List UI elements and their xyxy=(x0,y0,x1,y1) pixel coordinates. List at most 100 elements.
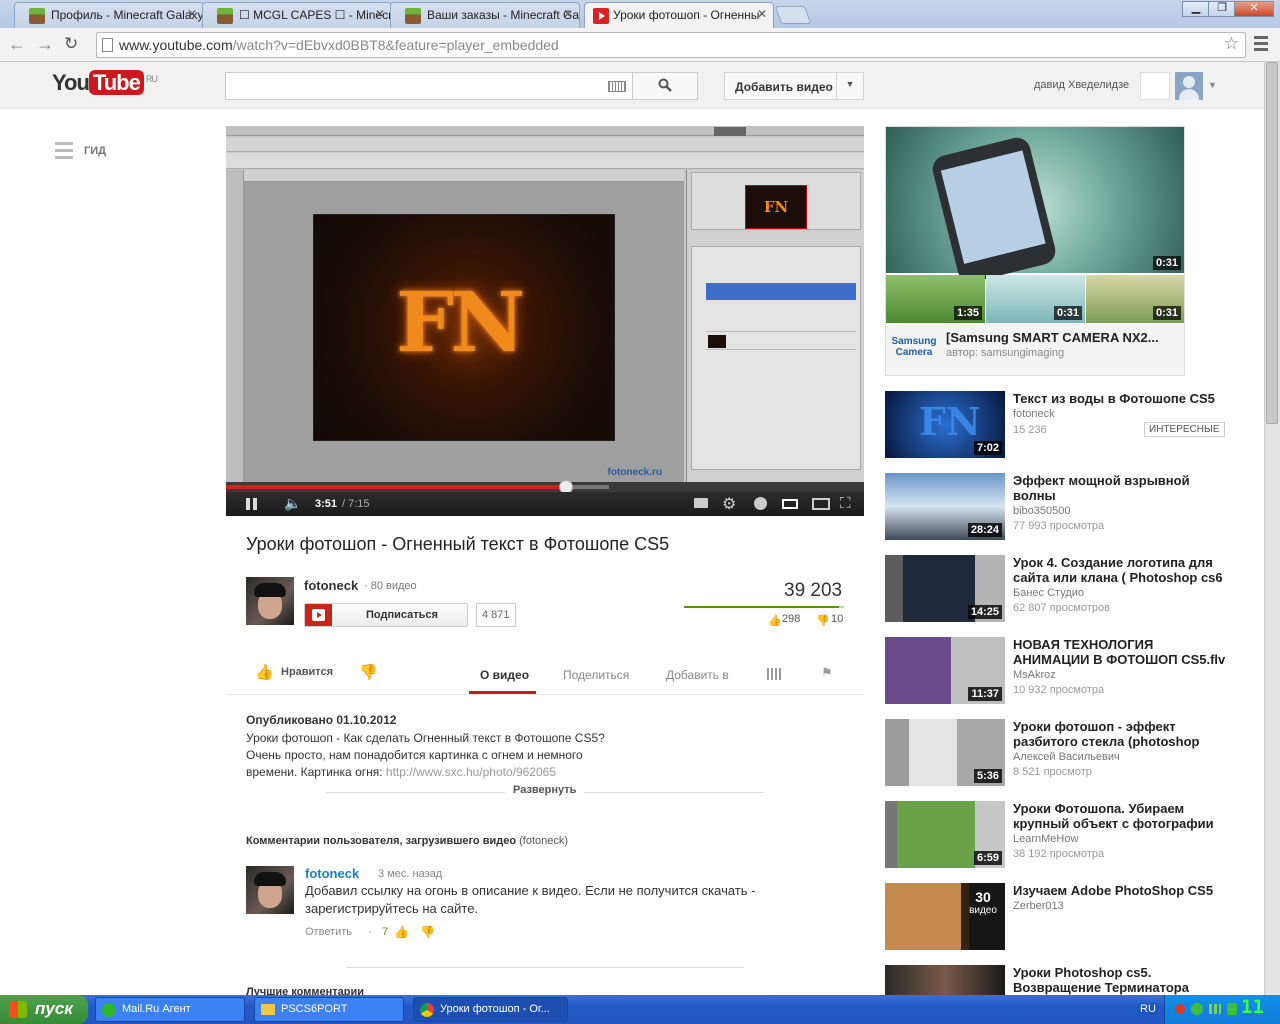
youtube-logo[interactable]: You Tube RU xyxy=(52,70,158,96)
settings-gear-icon[interactable]: ⚙ xyxy=(722,494,736,514)
start-button[interactable]: пуск xyxy=(0,995,88,1024)
channel-name[interactable]: fotoneck xyxy=(304,578,358,593)
recommendation-item[interactable]: 11:37 НОВАЯ ТЕХНОЛОГИЯ АНИМАЦИИ В ФОТОШО… xyxy=(885,637,1235,707)
video-player[interactable]: FN fotoneck.ru FN 🔈 3:51 / 7:15 ⚙ ⛶ xyxy=(226,126,864,516)
forward-icon[interactable]: → xyxy=(36,34,54,55)
close-window-button[interactable]: ✕ xyxy=(1234,1,1274,17)
video-views: 15 236 xyxy=(1013,424,1047,436)
guide-label[interactable]: ГИД xyxy=(84,145,106,157)
tab-mcgl-capes[interactable]: ☐ MCGL CAPES ☐ - Minecra ✕ xyxy=(202,2,392,28)
bookmark-star-icon[interactable]: ☆ xyxy=(1224,34,1239,54)
upload-button[interactable]: Добавить видео ▼ xyxy=(724,72,864,100)
ad-thumbnail[interactable]: 0:31 xyxy=(1086,275,1184,323)
small-player-icon[interactable] xyxy=(782,499,798,509)
comment-author[interactable]: fotoneck xyxy=(305,866,359,881)
recommendation-item[interactable]: FN 7:02 Текст из воды в Фотошопе CS5 fot… xyxy=(885,391,1235,461)
restore-button[interactable]: ❐ xyxy=(1208,1,1236,17)
address-bar[interactable]: www.youtube.com/watch?v=dEbvxd0BBT8&feat… xyxy=(96,32,1246,58)
stats-icon[interactable] xyxy=(767,668,781,680)
channel-avatar[interactable] xyxy=(246,577,294,625)
ad-title[interactable]: [Samsung SMART CAMERA NX2... xyxy=(946,330,1159,345)
fullscreen-icon[interactable]: ⛶ xyxy=(840,495,851,512)
recommendation-item[interactable]: 5:36 Уроки фотошоп - эффект разбитого ст… xyxy=(885,719,1235,789)
recommendation-item[interactable]: 6:59 Уроки Фотошопа. Убираем крупный объ… xyxy=(885,801,1235,871)
recommendation-item[interactable]: 28:24 Эффект мощной взрывной волны bibo3… xyxy=(885,473,1235,543)
tab-add-to[interactable]: Добавить в xyxy=(666,668,729,682)
video-title[interactable]: Уроки фотошоп - эффект разбитого стекла … xyxy=(1013,719,1228,749)
video-title[interactable]: Уроки Фотошопа. Убираем крупный объект с… xyxy=(1013,801,1228,831)
taskbar-item-mail-agent[interactable]: Mail.Ru Агент xyxy=(95,997,245,1022)
description-link[interactable]: http://www.sxc.hu/photo/962065 xyxy=(386,765,556,779)
active-tab-indicator xyxy=(469,691,536,694)
network-icon[interactable] xyxy=(1209,1004,1221,1014)
ad-info[interactable]: Samsung Camera [Samsung SMART CAMERA NX2.… xyxy=(886,324,1184,375)
ad-unit[interactable]: 0:31 1:35 0:31 0:31 Samsung Camera [Samsu… xyxy=(885,126,1185,376)
reload-icon[interactable]: ↻ xyxy=(64,34,78,54)
flag-icon[interactable]: ⚑ xyxy=(821,665,833,681)
guide-menu-icon[interactable] xyxy=(55,142,73,160)
tab-about[interactable]: О видео xyxy=(480,668,529,682)
tray-icon[interactable] xyxy=(1191,1003,1203,1015)
dislike-icon[interactable]: 👎 xyxy=(359,663,378,681)
pause-icon[interactable] xyxy=(246,498,250,510)
video-progress-bar[interactable] xyxy=(226,480,864,494)
video-title[interactable]: Урок 4. Создание логотипа для сайта или … xyxy=(1013,555,1228,585)
ps-toolbox xyxy=(226,170,244,482)
close-tab-icon[interactable]: ✕ xyxy=(563,7,573,21)
avatar[interactable] xyxy=(1175,72,1203,100)
account-chevron-icon[interactable]: ▼ xyxy=(1208,80,1217,90)
scrollbar-thumb[interactable] xyxy=(1266,62,1278,424)
like-icon[interactable]: 👍 xyxy=(255,663,274,681)
channel-video-count[interactable]: · 80 видео xyxy=(364,580,417,592)
search-button[interactable] xyxy=(632,72,698,100)
logo-you: You xyxy=(52,70,90,95)
comment-dislike-icon[interactable]: 👎 xyxy=(420,925,435,939)
tray-icon[interactable] xyxy=(1175,1004,1185,1014)
playlist-item[interactable]: 30 видео Изучаем Adobe PhotoShop CS5 Zer… xyxy=(885,883,1235,953)
minimize-button[interactable]: ▁ xyxy=(1182,1,1210,17)
taskbar-item-chrome[interactable]: Уроки фотошоп - Ог... xyxy=(413,997,568,1022)
subscribe-button[interactable]: Подписаться xyxy=(304,603,468,627)
video-title[interactable]: Изучаем Adobe PhotoShop CS5 xyxy=(1013,883,1228,898)
language-indicator[interactable]: RU xyxy=(1138,1003,1158,1015)
recommendation-item[interactable]: 14:25 Урок 4. Создание логотипа для сайт… xyxy=(885,555,1235,625)
tab-youtube-active[interactable]: Уроки фотошоп - Огненны ✕ xyxy=(584,2,774,28)
fire-text: FN xyxy=(396,275,525,371)
comment-like-icon[interactable]: 👍 xyxy=(394,925,409,939)
volume-icon[interactable]: 🔈 xyxy=(284,495,301,512)
recommendation-item[interactable]: Уроки Photoshop cs5. Возвращение Термина… xyxy=(885,965,1235,995)
notifications-button[interactable] xyxy=(1140,72,1170,100)
wrench-menu-icon[interactable] xyxy=(1254,36,1268,52)
like-button[interactable]: Нравится xyxy=(281,666,333,678)
taskbar-item-folder[interactable]: PSCS6PORT xyxy=(254,997,404,1022)
search-input[interactable] xyxy=(225,72,633,100)
video-title[interactable]: Текст из воды в Фотошопе CS5 xyxy=(1013,391,1228,406)
system-tray: 11 xyxy=(1164,995,1280,1024)
tray-icon[interactable] xyxy=(1227,1003,1237,1015)
close-tab-icon[interactable]: ✕ xyxy=(375,7,385,21)
ad-thumbnail[interactable]: 1:35 xyxy=(886,275,985,323)
chevron-down-icon[interactable]: ▼ xyxy=(836,73,863,99)
expand-button[interactable]: Развернуть xyxy=(505,784,585,796)
video-title[interactable]: Уроки Photoshop cs5. Возвращение Термина… xyxy=(1013,965,1228,995)
annotations-icon[interactable] xyxy=(694,498,708,508)
comment-avatar[interactable] xyxy=(246,866,294,914)
ad-thumbnail[interactable]: 0:31 xyxy=(986,275,1085,323)
tab-minecraft-profile[interactable]: Профиль - Minecraft Galaxy ✕ xyxy=(14,2,204,28)
reply-button[interactable]: Ответить xyxy=(305,926,352,938)
back-icon[interactable]: ← xyxy=(8,34,26,55)
tab-orders[interactable]: Ваши заказы - Minecraft Gal ✕ xyxy=(390,2,580,28)
video-title[interactable]: Эффект мощной взрывной волны xyxy=(1013,473,1228,503)
close-tab-icon[interactable]: ✕ xyxy=(757,7,767,21)
keyboard-icon[interactable] xyxy=(608,81,626,92)
tab-share[interactable]: Поделиться xyxy=(563,668,629,682)
username[interactable]: давид Хведелидзе xyxy=(1034,79,1129,91)
large-player-icon[interactable] xyxy=(812,498,830,510)
new-tab-button[interactable] xyxy=(774,6,812,24)
watch-later-icon[interactable] xyxy=(754,497,767,510)
ad-main-thumbnail[interactable]: 0:31 xyxy=(886,127,1184,286)
video-author: Алексей Васильевич xyxy=(1013,751,1120,763)
close-tab-icon[interactable]: ✕ xyxy=(187,7,197,21)
video-title[interactable]: НОВАЯ ТЕХНОЛОГИЯ АНИМАЦИИ В ФОТОШОП CS5.… xyxy=(1013,637,1228,667)
video-thumbnail: 11:37 xyxy=(885,637,1005,704)
